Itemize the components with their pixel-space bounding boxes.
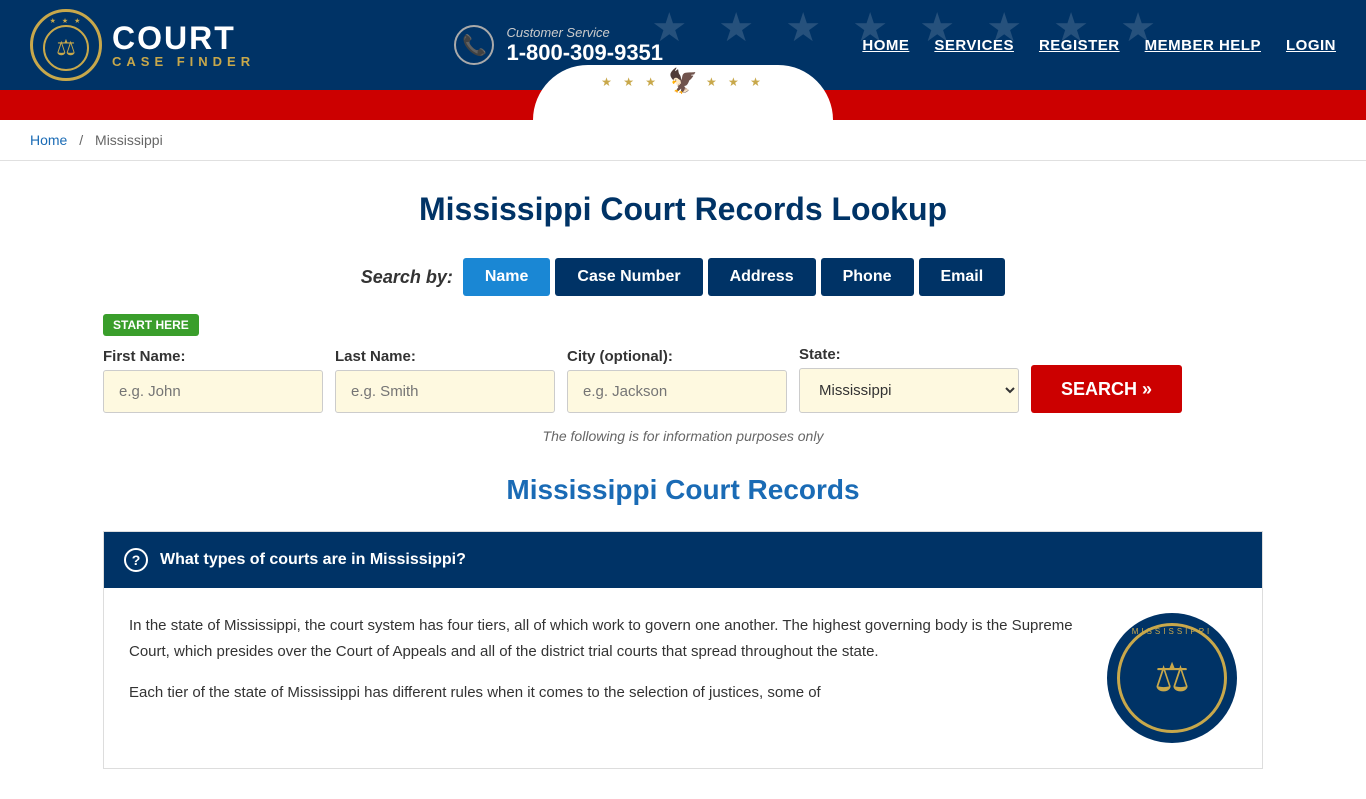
state-label: State:: [799, 346, 1019, 363]
eagle-row: ★ ★ ★ 🦅 ★ ★ ★: [601, 67, 765, 96]
search-tabs: Name Case Number Address Phone Email: [463, 258, 1005, 296]
nav-member-help[interactable]: MEMBER HELP: [1145, 37, 1261, 54]
seal-inner: ⚖: [1117, 623, 1227, 733]
faq-header[interactable]: ? What types of courts are in Mississipp…: [104, 532, 1262, 588]
tab-email[interactable]: Email: [919, 258, 1006, 296]
tab-phone[interactable]: Phone: [821, 258, 914, 296]
tab-name[interactable]: Name: [463, 258, 551, 296]
eagle-center: ★ ★ ★ 🦅 ★ ★ ★: [601, 72, 765, 101]
cs-phone: 1-800-309-9351: [506, 40, 663, 66]
city-input[interactable]: [567, 370, 787, 413]
logo-court-label: COURT: [112, 22, 255, 54]
page-title: Mississippi Court Records Lookup: [103, 191, 1263, 228]
breadcrumb-separator: /: [79, 132, 83, 148]
logo-area: ⚖ COURT CASE FINDER: [30, 9, 255, 81]
search-button[interactable]: SEARCH »: [1031, 365, 1182, 413]
cs-text: Customer Service 1-800-309-9351: [506, 25, 663, 66]
breadcrumb-home-link[interactable]: Home: [30, 132, 67, 148]
eagle-stars-left: ★ ★ ★: [601, 75, 660, 89]
seal-text: MISSISSIPPI: [1132, 625, 1213, 639]
nav-home[interactable]: HOME: [862, 37, 909, 54]
first-name-input[interactable]: [103, 370, 323, 413]
city-group: City (optional):: [567, 348, 787, 413]
faq-body-text: In the state of Mississippi, the court s…: [129, 613, 1087, 743]
last-name-label: Last Name:: [335, 348, 555, 365]
city-label: City (optional):: [567, 348, 787, 365]
last-name-input[interactable]: [335, 370, 555, 413]
faq-item: ? What types of courts are in Mississipp…: [103, 531, 1263, 769]
logo-circle: ⚖: [30, 9, 102, 81]
state-select[interactable]: Mississippi: [799, 368, 1019, 413]
faq-paragraph-2: Each tier of the state of Mississippi ha…: [129, 680, 1087, 706]
main-content: Mississippi Court Records Lookup Search …: [83, 161, 1283, 799]
first-name-group: First Name:: [103, 348, 323, 413]
start-here-badge: START HERE: [103, 314, 199, 336]
search-form-row: First Name: Last Name: City (optional): …: [103, 346, 1263, 413]
logo-circle-inner: ⚖: [43, 25, 89, 71]
search-form-area: START HERE First Name: Last Name: City (…: [103, 314, 1263, 413]
tab-case-number[interactable]: Case Number: [555, 258, 702, 296]
eagle-stars-right: ★ ★ ★: [706, 75, 765, 89]
section-title: Mississippi Court Records: [103, 474, 1263, 506]
customer-service: 📞 Customer Service 1-800-309-9351: [454, 25, 663, 66]
eagle-icon: 🦅: [668, 67, 698, 96]
red-banner: ★ ★ ★ 🦅 ★ ★ ★: [0, 90, 1366, 120]
search-by-label: Search by:: [361, 267, 453, 288]
state-group: State: Mississippi: [799, 346, 1019, 413]
main-nav: HOME SERVICES REGISTER MEMBER HELP LOGIN: [862, 37, 1336, 54]
mississippi-seal: MISSISSIPPI ⚖: [1107, 613, 1237, 743]
cs-label: Customer Service: [506, 25, 663, 40]
faq-question-text: What types of courts are in Mississippi?: [160, 551, 466, 569]
logo-balance-icon: ⚖: [56, 35, 76, 61]
info-note: The following is for information purpose…: [103, 428, 1263, 444]
last-name-group: Last Name:: [335, 348, 555, 413]
nav-services[interactable]: SERVICES: [934, 37, 1014, 54]
phone-icon: 📞: [454, 25, 494, 65]
faq-question-icon: ?: [124, 548, 148, 572]
logo-finder-label: CASE FINDER: [112, 54, 255, 69]
faq-paragraph-1: In the state of Mississippi, the court s…: [129, 613, 1087, 664]
nav-login[interactable]: LOGIN: [1286, 37, 1336, 54]
breadcrumb-current: Mississippi: [95, 132, 163, 148]
seal-balance-icon: ⚖: [1154, 644, 1190, 712]
tab-address[interactable]: Address: [708, 258, 816, 296]
nav-register[interactable]: REGISTER: [1039, 37, 1120, 54]
faq-body: In the state of Mississippi, the court s…: [104, 588, 1262, 768]
breadcrumb: Home / Mississippi: [0, 120, 1366, 161]
logo-text: COURT CASE FINDER: [112, 22, 255, 69]
first-name-label: First Name:: [103, 348, 323, 365]
search-by-row: Search by: Name Case Number Address Phon…: [103, 258, 1263, 296]
